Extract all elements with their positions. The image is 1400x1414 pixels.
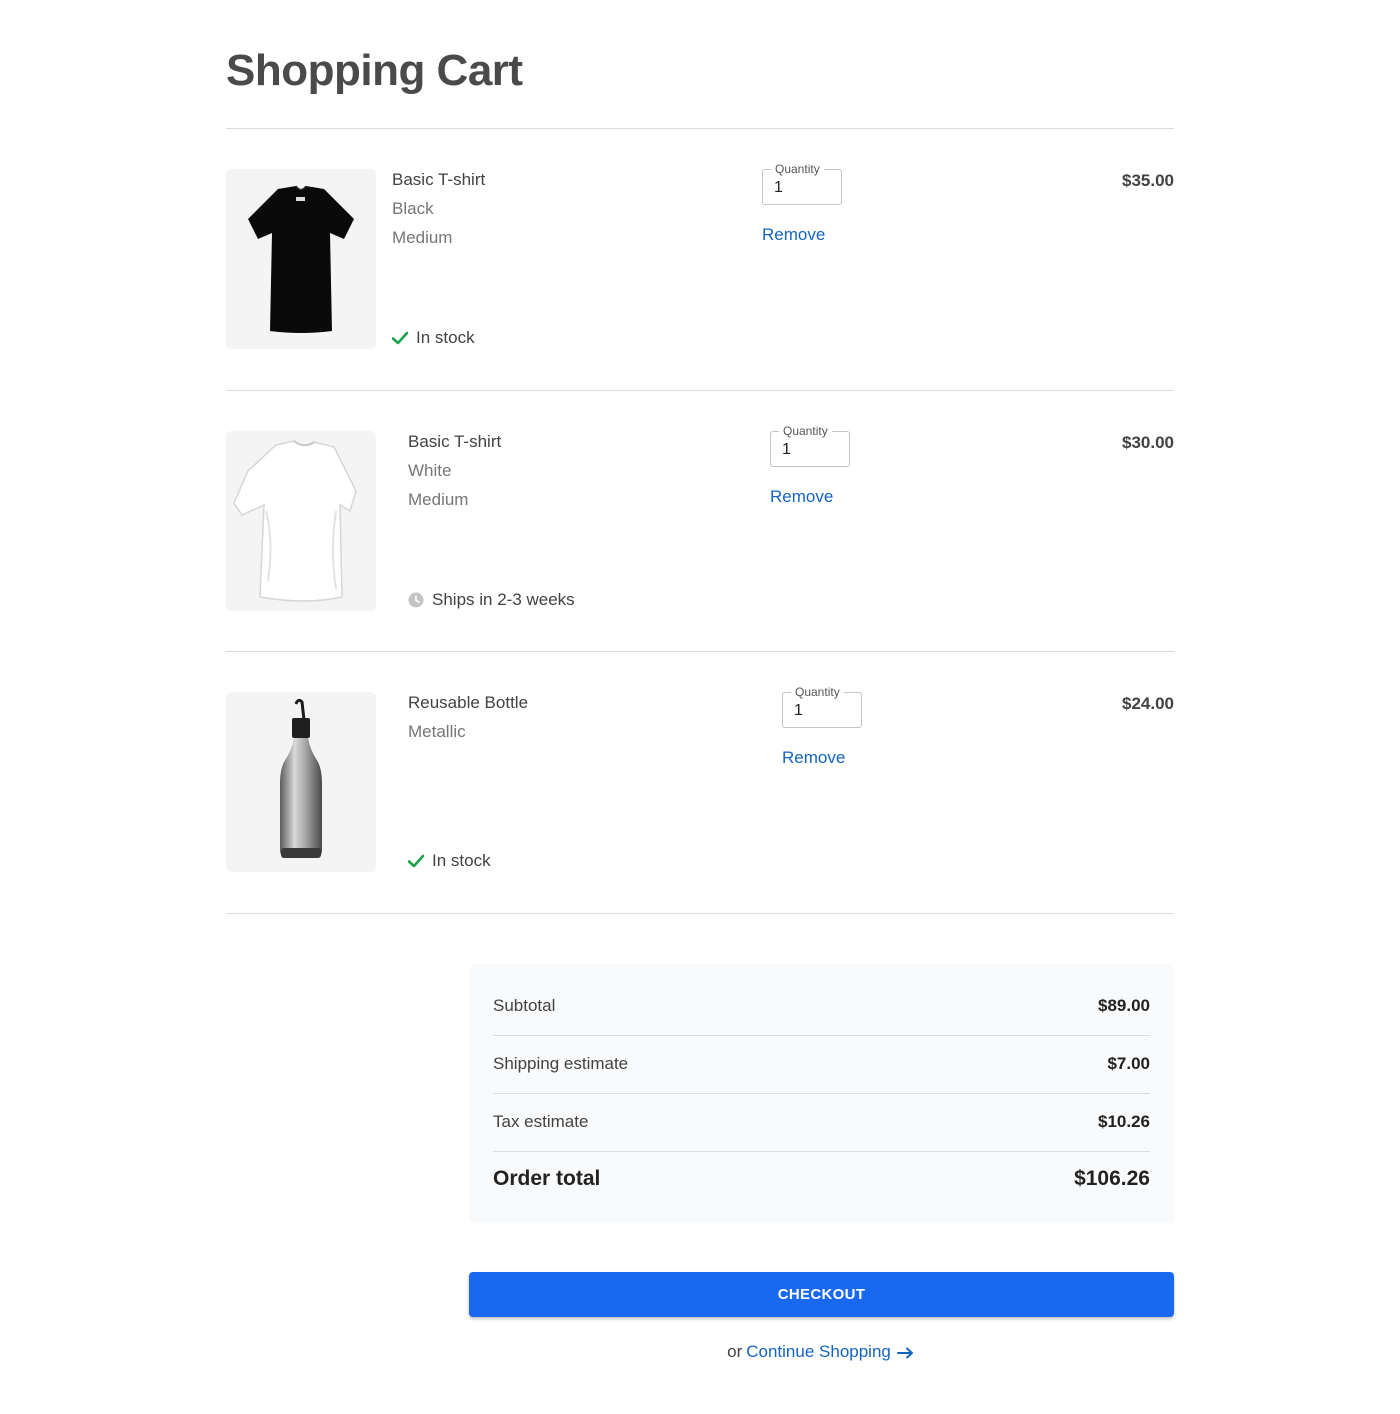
product-image-bottle[interactable] <box>226 692 376 872</box>
quantity-value: 1 <box>782 441 791 458</box>
quantity-input[interactable]: Quantity 1 <box>770 424 850 467</box>
item-color: Black <box>392 199 434 218</box>
quantity-control: Quantity 1 Remove <box>770 424 850 507</box>
stock-status-label: Ships in 2-3 weeks <box>432 590 575 609</box>
item-price: $35.00 <box>1122 171 1174 190</box>
check-icon <box>392 331 408 345</box>
item-name[interactable]: Basic T-shirt <box>408 431 501 453</box>
quantity-input[interactable]: Quantity 1 <box>782 685 862 728</box>
remove-button[interactable]: Remove <box>770 487 833 507</box>
clock-icon <box>408 592 424 608</box>
quantity-label: Quantity <box>771 162 824 176</box>
stock-status: In stock <box>408 850 491 872</box>
cart-item: Basic T-shirt White Medium Ships in 2-3 … <box>226 424 1174 613</box>
tax-row: Tax estimate $10.26 <box>493 1112 1150 1132</box>
divider <box>226 128 1174 129</box>
item-color: Metallic <box>408 722 466 741</box>
shipping-value: $7.00 <box>1107 1054 1150 1073</box>
divider <box>226 390 1174 391</box>
shipping-label: Shipping estimate <box>493 1054 629 1073</box>
continue-prefix: or <box>727 1342 743 1361</box>
quantity-label: Quantity <box>779 424 832 438</box>
item-price: $30.00 <box>1122 433 1174 452</box>
quantity-control: Quantity 1 Remove <box>762 162 842 245</box>
quantity-value: 1 <box>774 179 783 196</box>
order-total-label: Order total <box>493 1167 601 1190</box>
remove-button[interactable]: Remove <box>762 225 825 245</box>
continue-shopping-link[interactable]: Continue Shopping <box>746 1342 891 1361</box>
item-details: Basic T-shirt White Medium <box>408 431 501 511</box>
product-image-black-tshirt[interactable] <box>226 169 376 349</box>
item-name[interactable]: Reusable Bottle <box>408 692 528 714</box>
cart-item: Reusable Bottle Metallic In stock Quanti… <box>226 685 1174 874</box>
item-price: $24.00 <box>1122 694 1174 713</box>
checkout-button[interactable]: CHECKOUT <box>469 1272 1174 1317</box>
stock-status-label: In stock <box>432 851 491 870</box>
item-details: Reusable Bottle Metallic <box>408 692 528 743</box>
tax-label: Tax estimate <box>493 1112 589 1131</box>
subtotal-label: Subtotal <box>493 996 556 1015</box>
item-size: Medium <box>392 228 453 247</box>
order-total-value: $106.26 <box>1074 1167 1150 1190</box>
tax-value: $10.26 <box>1098 1112 1150 1131</box>
quantity-value: 1 <box>794 702 803 719</box>
order-total-row: Order total $106.26 <box>493 1167 1150 1191</box>
stock-status: In stock <box>392 327 475 349</box>
item-name[interactable]: Basic T-shirt <box>392 169 485 191</box>
arrow-right-icon[interactable] <box>896 1347 915 1359</box>
continue-shopping: or Continue Shopping <box>0 1342 1400 1362</box>
remove-button[interactable]: Remove <box>782 748 845 768</box>
page-title: Shopping Cart <box>226 46 523 95</box>
cart-item: Basic T-shirt Black Medium In stock Quan… <box>226 162 1174 351</box>
shipping-row: Shipping estimate $7.00 <box>493 1054 1150 1074</box>
order-summary: Subtotal $89.00 Shipping estimate $7.00 … <box>469 964 1174 1223</box>
item-size: Medium <box>408 490 469 509</box>
product-image-white-tshirt[interactable] <box>226 431 376 611</box>
summary-divider <box>493 1093 1150 1094</box>
quantity-input[interactable]: Quantity 1 <box>762 162 842 205</box>
item-details: Basic T-shirt Black Medium <box>392 169 485 249</box>
summary-divider <box>493 1035 1150 1036</box>
stock-status: Ships in 2-3 weeks <box>408 589 575 611</box>
subtotal-row: Subtotal $89.00 <box>493 996 1150 1016</box>
divider <box>226 913 1174 914</box>
divider <box>226 651 1174 652</box>
stock-status-label: In stock <box>416 328 475 347</box>
quantity-control: Quantity 1 Remove <box>782 685 862 768</box>
summary-divider <box>493 1151 1150 1152</box>
item-color: White <box>408 461 452 480</box>
check-icon <box>408 854 424 868</box>
subtotal-value: $89.00 <box>1098 996 1150 1015</box>
quantity-label: Quantity <box>791 685 844 699</box>
